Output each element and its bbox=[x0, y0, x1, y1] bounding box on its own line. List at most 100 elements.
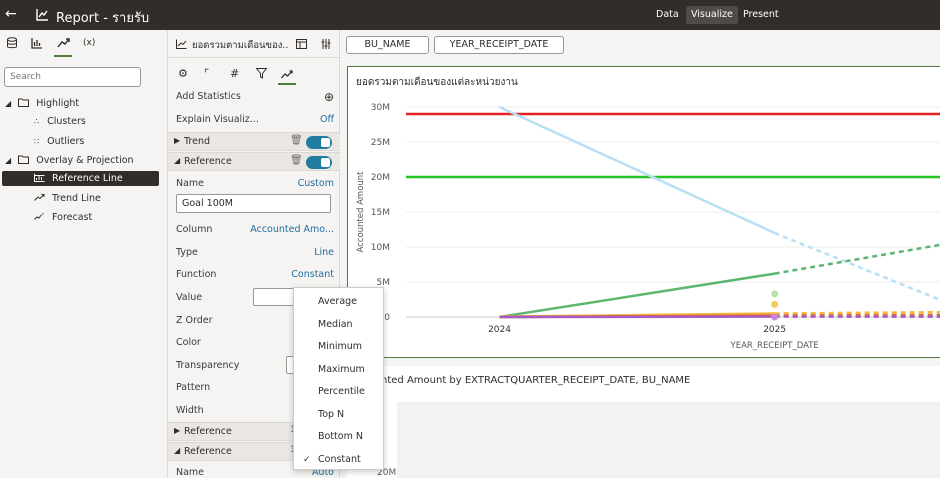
tree-item-overlay-projection[interactable]: ◢ Overlay & Projection bbox=[5, 153, 155, 168]
tree-item-forecast[interactable]: Forecast bbox=[34, 210, 154, 225]
y-tick-label: 0 bbox=[384, 313, 390, 323]
tab-data[interactable]: Data bbox=[651, 6, 684, 24]
name-label: Name bbox=[176, 467, 205, 478]
collapse-icon[interactable]: ◢ bbox=[5, 156, 11, 165]
dropdown-option-average[interactable]: Average bbox=[294, 291, 385, 313]
second-visualization[interactable]: nted Amount by EXTRACTQUARTER_RECEIPT_DA… bbox=[347, 366, 940, 478]
data-icon[interactable] bbox=[6, 37, 18, 49]
forecast-line bbox=[774, 231, 940, 302]
filter-pill-bu-name[interactable]: BU_NAME bbox=[346, 36, 429, 54]
tree-item-outliers[interactable]: ∷ Outliers bbox=[34, 134, 154, 149]
name-input[interactable] bbox=[176, 194, 331, 213]
add-plus-icon[interactable]: ⊕ bbox=[324, 89, 334, 105]
trash-icon[interactable]: 🗑 bbox=[290, 135, 303, 146]
grammar-icon[interactable] bbox=[321, 39, 331, 49]
dropdown-option-bottom-n[interactable]: Bottom N bbox=[294, 426, 385, 448]
viz2-title: nted Amount by EXTRACTQUARTER_RECEIPT_DA… bbox=[381, 375, 691, 386]
tree-item-label: Highlight bbox=[36, 98, 80, 109]
tree-item-label: Forecast bbox=[52, 212, 93, 223]
data-point bbox=[771, 313, 779, 321]
add-statistics-label: Add Statistics bbox=[176, 91, 241, 102]
transparency-label: Transparency bbox=[176, 360, 240, 371]
expand-icon[interactable]: ▶ bbox=[174, 136, 180, 145]
x-tick-label: 2024 bbox=[488, 325, 511, 335]
folder-icon bbox=[18, 98, 30, 107]
data-point bbox=[771, 290, 779, 298]
type-label: Type bbox=[176, 247, 198, 258]
type-value[interactable]: Line bbox=[314, 245, 334, 261]
filter-icon[interactable] bbox=[256, 68, 267, 79]
explain-row: Explain Visualiz... Off bbox=[176, 112, 334, 128]
calculations-icon[interactable]: (x) bbox=[83, 38, 95, 48]
collapse-icon[interactable]: ◢ bbox=[174, 156, 180, 165]
section-label: Reference bbox=[184, 156, 232, 167]
function-value[interactable]: Constant bbox=[291, 267, 334, 283]
active-panel-indicator bbox=[54, 55, 72, 57]
properties-icon[interactable] bbox=[296, 39, 307, 49]
trend-section[interactable]: ▶ Trend 🗑 bbox=[168, 132, 340, 151]
line-chart-visualization[interactable]: ยอดรวมตามเดือนของแต่ละหน่วยงาน Accounted … bbox=[347, 66, 940, 358]
option-label: Constant bbox=[318, 453, 361, 465]
line-chart: ยอดรวมตามเดือนของแต่ละหน่วยงาน Accounted … bbox=[356, 76, 940, 351]
explain-value[interactable]: Off bbox=[320, 112, 334, 128]
axis-icon[interactable]: ⌜ bbox=[204, 67, 209, 80]
active-tab-indicator bbox=[278, 83, 296, 85]
y-tick-label: 30M bbox=[371, 103, 390, 113]
name-mode-value[interactable]: Custom bbox=[298, 176, 334, 192]
tree-item-clusters[interactable]: ∴ Clusters bbox=[34, 114, 154, 129]
reference-section[interactable]: ◢ Reference 🗑 bbox=[168, 152, 340, 171]
function-row: Function Constant bbox=[176, 267, 334, 283]
function-label: Function bbox=[176, 269, 217, 280]
analytics-icon[interactable] bbox=[57, 37, 70, 49]
viz2-plot-area bbox=[397, 402, 940, 478]
canvas-area: BU_NAME YEAR_RECEIPT_DATE ยอดรวมตามเดือน… bbox=[340, 30, 940, 478]
reference-toggle[interactable] bbox=[306, 156, 332, 169]
collapse-icon[interactable]: ◢ bbox=[5, 99, 11, 108]
back-arrow-icon[interactable]: ← bbox=[5, 6, 17, 22]
analytics-tab-icon[interactable] bbox=[281, 69, 293, 79]
dropdown-option-median[interactable]: Median bbox=[294, 314, 385, 336]
dropdown-option-maximum[interactable]: Maximum bbox=[294, 359, 385, 381]
tree-item-trend-line[interactable]: Trend Line bbox=[34, 191, 154, 206]
trend-line-icon bbox=[34, 194, 45, 201]
filter-pill-year-receipt-date[interactable]: YEAR_RECEIPT_DATE bbox=[434, 36, 564, 54]
color-label: Color bbox=[176, 337, 201, 348]
tab-present[interactable]: Present bbox=[738, 6, 784, 24]
dropdown-option-top-n[interactable]: Top N bbox=[294, 404, 385, 426]
visualizations-icon[interactable] bbox=[31, 37, 43, 49]
reference-line-icon bbox=[34, 173, 45, 182]
add-statistics-row[interactable]: Add Statistics ⊕ bbox=[176, 89, 334, 105]
column-value[interactable]: Accounted Amo... bbox=[250, 222, 334, 238]
option-label: Percentile bbox=[318, 386, 365, 397]
option-label: Maximum bbox=[318, 363, 365, 375]
search-input[interactable] bbox=[4, 67, 141, 87]
y-axis-label: Accounted Amount bbox=[356, 171, 366, 253]
option-label: Median bbox=[318, 318, 353, 330]
tab-visualize[interactable]: Visualize bbox=[686, 6, 738, 24]
data-point bbox=[771, 300, 779, 308]
tree-item-highlight[interactable]: ◢ Highlight bbox=[5, 96, 155, 111]
trash-icon[interactable]: 🗑 bbox=[290, 155, 303, 166]
line-chart-icon bbox=[176, 39, 187, 49]
settings-gear-icon[interactable]: ⚙ bbox=[178, 67, 188, 80]
dropdown-option-constant[interactable]: ✓ Constant bbox=[294, 449, 385, 471]
number-format-icon[interactable]: # bbox=[230, 67, 239, 80]
collapse-icon[interactable]: ◢ bbox=[174, 446, 180, 455]
x-axis-label: YEAR_RECEIPT_DATE bbox=[730, 341, 819, 351]
dropdown-option-minimum[interactable]: Minimum bbox=[294, 336, 385, 358]
tree-item-label: Overlay & Projection bbox=[36, 155, 134, 166]
tree-item-label: Clusters bbox=[47, 116, 86, 127]
property-tabs: ⚙ ⌜ # bbox=[168, 63, 340, 85]
trend-toggle[interactable] bbox=[306, 136, 332, 149]
name-label: Name bbox=[176, 178, 205, 189]
chart-title: ยอดรวมตามเดือนของแต่ละหน่วยงาน bbox=[356, 76, 518, 88]
series-line bbox=[499, 272, 775, 319]
y-tick-label: 10M bbox=[371, 243, 390, 253]
folder-icon bbox=[18, 155, 30, 164]
dropdown-option-percentile[interactable]: Percentile bbox=[294, 381, 385, 403]
zorder-label: Z Order bbox=[176, 315, 213, 326]
tree-item-reference-line[interactable]: Reference Line bbox=[2, 171, 159, 186]
option-label: Bottom N bbox=[318, 431, 363, 442]
y-tick-label: 25M bbox=[371, 138, 390, 148]
expand-icon[interactable]: ▶ bbox=[174, 426, 180, 435]
